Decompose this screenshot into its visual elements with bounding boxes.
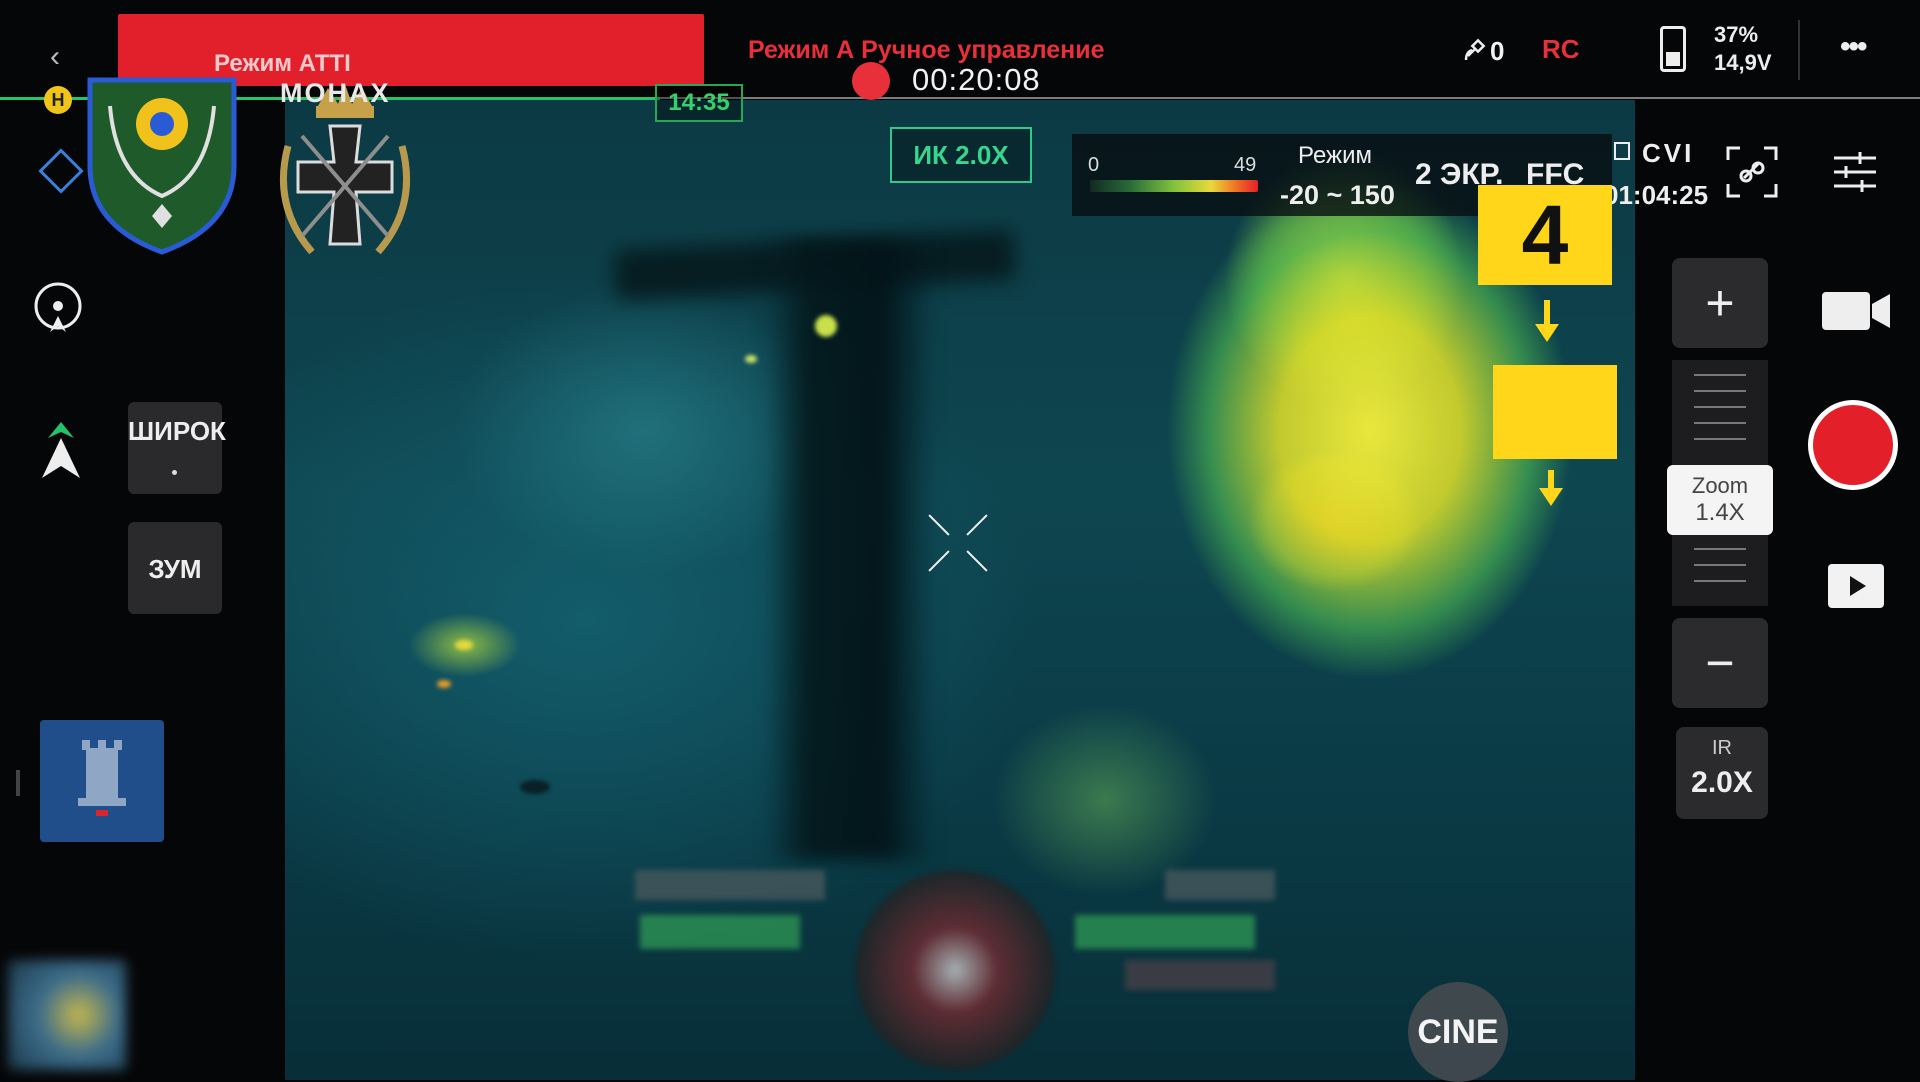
- blurred-hud-bar: [640, 915, 800, 949]
- thermal-mode-label: Режим: [1298, 142, 1372, 169]
- map-tower-widget[interactable]: [40, 720, 164, 842]
- recording-time: 00:20:08: [912, 62, 1041, 97]
- zoom-level-label: Zoom: [1691, 473, 1749, 498]
- play-icon: [1850, 576, 1866, 596]
- monakh-logo-text: МОНАХ: [280, 78, 391, 108]
- battery-icon: [1660, 26, 1686, 72]
- waypoint-diamond-icon: [38, 148, 84, 194]
- rc-signal-label: RC: [1542, 34, 1580, 64]
- zoom-camera-label: ЗУМ: [148, 554, 202, 584]
- aircraft-heading-icon: [40, 420, 82, 480]
- gps-satellite-icon: [1462, 36, 1490, 64]
- tower-icon: [78, 740, 126, 816]
- annotation-number-label: 4: [1478, 185, 1612, 285]
- flight-mode-status: Режим А Ручное управление: [748, 36, 1105, 64]
- ir-zoom-value: 2.0X: [1691, 766, 1753, 799]
- storage-label: CVI: [1642, 138, 1695, 168]
- video-camera-icon[interactable]: [1822, 290, 1892, 332]
- more-menu-button[interactable]: •••: [1840, 30, 1867, 64]
- annotation-target-box: [1493, 365, 1617, 459]
- blurred-hud-text: [1125, 960, 1275, 990]
- thermal-scale-min: 0: [1088, 154, 1100, 176]
- center-crosshair: [925, 510, 991, 576]
- flight-mode-banner-text: Режим АТТІ: [214, 50, 351, 77]
- blurred-hud-text: [1165, 870, 1275, 900]
- zoom-in-button[interactable]: +: [1672, 258, 1768, 348]
- focus-frame-icon[interactable]: [1726, 146, 1778, 198]
- storage-remaining-time: 01:04:25: [1604, 180, 1709, 210]
- wide-active-dot: [172, 470, 177, 475]
- record-button[interactable]: [1808, 400, 1898, 490]
- settings-sliders-icon[interactable]: [1832, 150, 1878, 194]
- flight-time: 14:35: [655, 84, 743, 122]
- unit-shield-emblem: [86, 76, 238, 256]
- thermal-range[interactable]: -20 ~ 150: [1280, 180, 1395, 211]
- thermal-color-scale: [1090, 180, 1258, 192]
- thermal-dark-trench: [765, 240, 935, 860]
- battery-percent: 37%: [1714, 22, 1759, 47]
- location-pin-icon[interactable]: [32, 282, 84, 338]
- annotation-arrow-stem: [1544, 300, 1550, 326]
- sd-card-icon: [1614, 142, 1630, 160]
- zoom-out-button[interactable]: −: [1672, 618, 1768, 708]
- blurred-hud-text: [635, 870, 825, 900]
- hot-spot: [745, 355, 757, 363]
- playback-button[interactable]: [1828, 564, 1884, 608]
- home-point-marker: H: [44, 86, 72, 114]
- zoom-level-value: 1.4X: [1695, 499, 1745, 526]
- wide-camera-label: ШИРОК: [128, 416, 226, 446]
- panel-collapse-handle[interactable]: [16, 770, 20, 796]
- annotation-arrow-down-icon: [1539, 488, 1563, 506]
- battery-voltage: 14,9V: [1714, 50, 1772, 75]
- thermal-video-feed[interactable]: [285, 100, 1635, 1080]
- annotation-arrow-down-icon: [1535, 324, 1559, 342]
- ir-camera-zoom[interactable]: ИК 2.0X: [890, 127, 1032, 183]
- recording-indicator: [852, 62, 890, 100]
- blurred-compass-dial: [855, 870, 1055, 1070]
- hot-spot: [455, 640, 473, 650]
- back-arrow-icon[interactable]: ‹: [50, 40, 60, 74]
- minimap-thumbnail[interactable]: [8, 960, 126, 1070]
- thermal-scale-max: 49: [1234, 154, 1257, 176]
- hot-spot: [437, 680, 451, 688]
- cine-mode-button[interactable]: CINE: [1408, 982, 1508, 1082]
- blurred-hud-bar: [1075, 915, 1255, 949]
- hot-spot: [815, 315, 837, 337]
- ir-zoom-box[interactable]: IR 2.0X: [1676, 727, 1768, 819]
- ir-label: IR: [1712, 737, 1732, 759]
- zoom-level-indicator[interactable]: Zoom 1.4X: [1667, 465, 1773, 535]
- header-divider: [1798, 20, 1800, 80]
- annotation-arrow-stem: [1548, 470, 1554, 490]
- dark-object: [520, 780, 550, 794]
- gps-count: 0: [1490, 36, 1505, 66]
